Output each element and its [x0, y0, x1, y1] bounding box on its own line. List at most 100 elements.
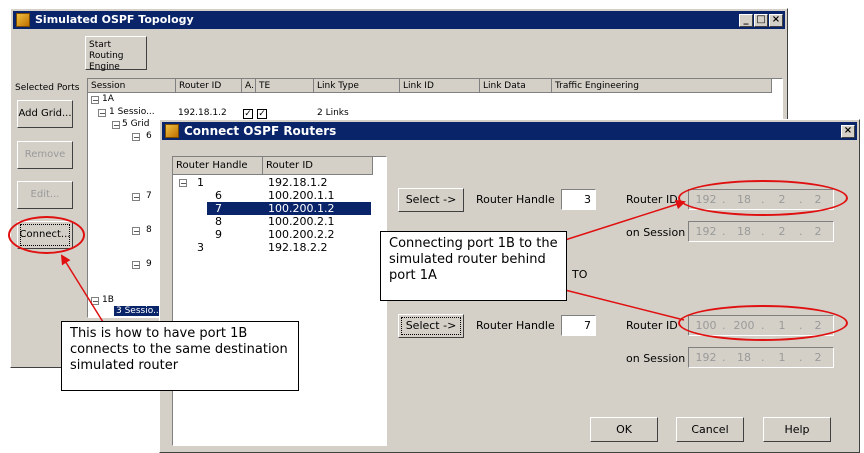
collapse-grid-5-icon[interactable]: − — [112, 121, 120, 130]
edit-button[interactable]: Edit... — [17, 181, 73, 209]
dot: . — [722, 225, 726, 238]
router-row-6-id[interactable]: 100.200.1.1 — [268, 189, 334, 202]
column-router-id[interactable]: Router ID — [176, 79, 242, 93]
callout-connecting-text: Connecting port 1B to the simulated rout… — [389, 236, 558, 283]
tree-node-8[interactable]: 8 — [146, 225, 152, 235]
tree-grid-5[interactable]: 5 Grid — [122, 119, 149, 129]
source-router-handle-label: Router Handle — [476, 193, 555, 206]
tree-node-6[interactable]: 6 — [146, 131, 152, 141]
source-on-session-label: on Session — [626, 226, 686, 239]
dest-router-id-highlight — [678, 305, 848, 341]
back-window-titlebar[interactable]: Simulated OSPF Topology _ □ × — [13, 11, 785, 29]
edit-label: Edit... — [30, 189, 60, 200]
router-row-9-handle[interactable]: 9 — [215, 228, 222, 241]
dialog-close-icon[interactable]: × — [841, 125, 855, 138]
router-row-7-handle[interactable]: 7 — [215, 202, 222, 215]
select-source-button[interactable]: Select -> — [398, 188, 464, 212]
dot: . — [761, 351, 765, 364]
router-row-8-handle[interactable]: 8 — [215, 215, 222, 228]
dialog-app-icon — [165, 124, 179, 138]
router-row-7-id[interactable]: 100.200.1.2 — [268, 202, 334, 215]
collapse-node-6-icon[interactable]: − — [132, 133, 140, 142]
tree-node-9[interactable]: 9 — [146, 259, 152, 269]
router-row-3-handle[interactable]: 3 — [197, 241, 204, 254]
session-1-a-checkbox[interactable]: ✓ — [243, 109, 253, 119]
column-te-label: TE — [259, 81, 271, 91]
select-destination-label: Select -> — [405, 319, 457, 332]
tree-port-1b[interactable]: 1B — [102, 295, 114, 305]
dot: . — [722, 351, 726, 364]
close-icon[interactable]: × — [769, 14, 783, 27]
dialog-titlebar[interactable]: Connect OSPF Routers × — [162, 122, 857, 140]
column-a-label: A. — [245, 81, 254, 91]
help-button[interactable]: Help — [763, 417, 831, 442]
router-row-3-id[interactable]: 192.18.2.2 — [268, 241, 327, 254]
tree-node-7[interactable]: 7 — [146, 191, 152, 201]
dest-router-id-label: Router ID — [626, 319, 678, 332]
start-routing-engine-label: Start Routing Engine — [89, 40, 124, 72]
list-header-router-id[interactable]: Router ID — [263, 157, 373, 175]
collapse-node-7-icon[interactable]: − — [132, 193, 140, 202]
column-a[interactable]: A. — [242, 79, 256, 93]
session-1-te-checkbox[interactable]: ✓ — [257, 109, 267, 119]
back-window-title: Simulated OSPF Topology — [35, 13, 194, 26]
dest-on-session-field[interactable]: 192 . 18 . 1 . 2 — [688, 347, 834, 368]
collapse-router-1-icon[interactable]: − — [179, 179, 187, 188]
router-row-1-id[interactable]: 192.18.1.2 — [268, 176, 327, 189]
dest-router-handle-label: Router Handle — [476, 319, 555, 332]
dest-session-octet-2: 18 — [737, 351, 751, 364]
selected-ports-label: Selected Ports — [15, 83, 80, 93]
cancel-label: Cancel — [691, 423, 729, 436]
column-link-type[interactable]: Link Type — [314, 79, 400, 93]
list-header-router-handle-label: Router Handle — [176, 160, 248, 171]
dest-router-handle-input[interactable]: 7 — [561, 315, 596, 336]
collapse-node-9-icon[interactable]: − — [132, 261, 140, 270]
source-session-octet-2: 18 — [737, 225, 751, 238]
help-label: Help — [784, 423, 810, 436]
remove-label: Remove — [24, 149, 66, 160]
source-router-id-label: Router ID — [626, 193, 678, 206]
collapse-session-1-icon[interactable]: − — [98, 109, 106, 118]
minimize-icon[interactable]: _ — [739, 14, 753, 27]
add-grid-button[interactable]: Add Grid... — [17, 100, 73, 128]
dot: . — [799, 351, 803, 364]
column-link-data[interactable]: Link Data — [480, 79, 552, 93]
router-row-6-handle[interactable]: 6 — [215, 189, 222, 202]
session-1-router-id: 192.18.1.2 — [178, 108, 227, 118]
router-row-9-id[interactable]: 100.200.2.2 — [268, 228, 334, 241]
app-icon — [16, 13, 30, 27]
callout-how-to-text: This is how to have port 1B connects to … — [70, 326, 288, 373]
tree-session-1[interactable]: 1 Sessio... — [109, 107, 155, 117]
dialog-title: Connect OSPF Routers — [184, 124, 337, 138]
tree-port-1a[interactable]: 1A — [102, 94, 114, 104]
source-session-octet-1: 192 — [695, 225, 717, 238]
cancel-button[interactable]: Cancel — [676, 417, 744, 442]
collapse-node-8-icon[interactable]: − — [132, 227, 140, 236]
ok-label: OK — [616, 423, 632, 436]
column-traffic-engineering[interactable]: Traffic Engineering — [552, 79, 772, 93]
ok-button[interactable]: OK — [590, 417, 658, 442]
collapse-1b-icon[interactable]: − — [91, 297, 99, 306]
column-link-type-label: Link Type — [317, 81, 359, 91]
column-session-label: Session — [91, 81, 126, 91]
column-session[interactable]: Session — [88, 79, 176, 93]
dest-on-session-label: on Session — [626, 352, 686, 365]
column-link-id-label: Link ID — [403, 81, 434, 91]
column-te[interactable]: TE — [256, 79, 314, 93]
list-header-router-id-label: Router ID — [266, 160, 313, 171]
collapse-1a-icon[interactable]: − — [91, 96, 99, 105]
router-list[interactable]: Router Handle Router ID − 1 192.18.1.2 6… — [172, 156, 387, 446]
router-row-1-handle[interactable]: 1 — [197, 176, 204, 189]
session-1-links: 2 Links — [317, 108, 349, 118]
list-header-router-handle[interactable]: Router Handle — [173, 157, 263, 175]
select-destination-button[interactable]: Select -> — [398, 314, 464, 338]
remove-button[interactable]: Remove — [17, 141, 73, 169]
router-row-8-id[interactable]: 100.200.2.1 — [268, 215, 334, 228]
start-routing-engine-button[interactable]: Start Routing Engine — [85, 36, 147, 72]
source-router-handle-input[interactable]: 3 — [561, 189, 596, 210]
column-link-id[interactable]: Link ID — [400, 79, 480, 93]
source-router-id-highlight — [678, 180, 848, 216]
maximize-icon[interactable]: □ — [754, 14, 768, 27]
source-on-session-field[interactable]: 192 . 18 . 2 . 2 — [688, 221, 834, 242]
select-source-label: Select -> — [405, 193, 457, 206]
